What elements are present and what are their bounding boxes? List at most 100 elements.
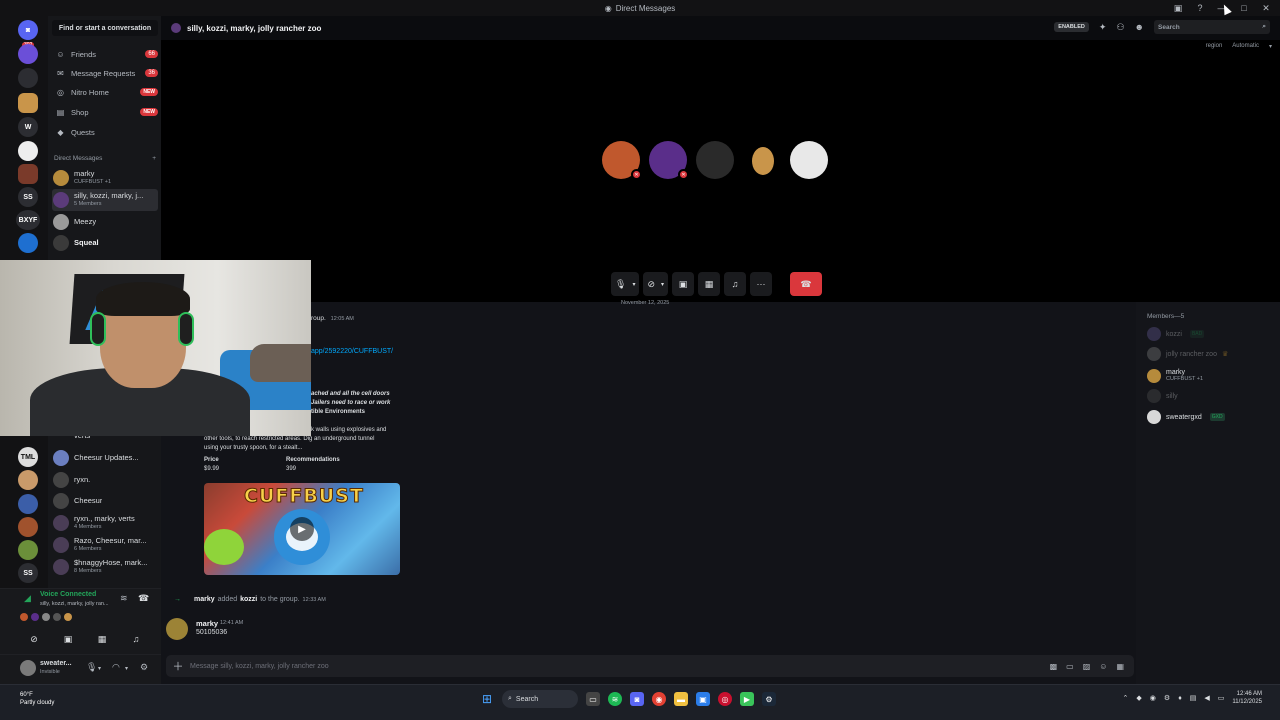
steam-icon[interactable]: ⚙	[762, 692, 776, 706]
apps-icon[interactable]: ▦	[1116, 662, 1124, 671]
steam-link[interactable]: app/2592220/CUFFBUST/	[311, 348, 393, 355]
screen-share-button[interactable]: ▣	[672, 272, 695, 296]
member-item[interactable]: sweatergxd GXD	[1147, 409, 1225, 425]
message-author[interactable]: marky	[196, 619, 218, 628]
chevron-down-icon[interactable]: ▾	[125, 665, 128, 672]
username[interactable]: sweater...	[40, 660, 72, 667]
server-icon[interactable]	[18, 470, 38, 490]
server-icon[interactable]	[18, 233, 38, 253]
file-explorer-icon[interactable]: ▬	[674, 692, 688, 706]
mute-button[interactable]: 🎙 ▾	[611, 272, 640, 296]
activities-button[interactable]: ▦	[92, 631, 112, 647]
end-call-button[interactable]: ☎	[790, 272, 823, 296]
taskbar-clock[interactable]: 12:46 AM 11/12/2025	[1232, 690, 1262, 706]
call-participant[interactable]	[696, 141, 734, 179]
nav-shop[interactable]: ▤ Shop NEW	[52, 103, 158, 121]
settings-gear-icon[interactable]: ⚙	[140, 662, 148, 673]
nav-quests[interactable]: ◆ Quests	[52, 123, 158, 141]
embed-video-thumbnail[interactable]: CUFFBUST ▶	[204, 483, 400, 575]
dm-item[interactable]: Cheesur Updates...	[52, 447, 158, 469]
dm-item[interactable]: Cheesur	[52, 490, 158, 512]
enabled-pill[interactable]: ENABLED	[1054, 22, 1089, 32]
task-view-icon[interactable]: ▭	[586, 692, 600, 706]
nav-message-requests[interactable]: ✉ Message Requests 36	[52, 64, 158, 82]
camera-off-button[interactable]: ⊘	[24, 631, 44, 647]
server-icon[interactable]	[18, 540, 38, 560]
taskbar-search[interactable]: ⌕ Search	[502, 690, 578, 708]
member-item[interactable]: jolly rancher zoo ♛	[1147, 346, 1228, 362]
dm-item[interactable]: ryxn., marky, verts 4 Members	[52, 512, 158, 534]
tray-app-icon[interactable]: ♦	[1178, 695, 1182, 702]
app-icon[interactable]: ◎	[718, 692, 732, 706]
wifi-icon[interactable]: ▤	[1190, 694, 1197, 702]
pin-icon[interactable]: ✦	[1099, 22, 1107, 33]
server-ss[interactable]: SS	[18, 187, 38, 207]
tray-app-icon[interactable]: ◉	[1150, 694, 1156, 702]
start-button[interactable]: ⊞	[480, 692, 494, 706]
play-icon[interactable]: ▶	[290, 517, 314, 541]
member-item[interactable]: marky CUFFBUST +1	[1147, 368, 1203, 384]
region-selector[interactable]: region Automatic ▾	[1206, 43, 1272, 50]
server-icon[interactable]	[18, 494, 38, 514]
disconnect-icon[interactable]: ☎	[138, 593, 149, 604]
server-bxyf[interactable]: BXYF	[16, 210, 40, 230]
microphone-icon[interactable]: 🎙	[86, 662, 97, 673]
nav-nitro-home[interactable]: ◎ Nitro Home NEW	[52, 83, 158, 101]
tray-app-icon[interactable]: ◆	[1136, 694, 1141, 702]
server-icon[interactable]	[18, 44, 38, 64]
emoji-icon[interactable]: ☺	[1099, 662, 1107, 671]
server-icon[interactable]	[18, 93, 38, 113]
gift-icon[interactable]: ▩	[1050, 662, 1058, 671]
dm-item[interactable]: marky CUFFBUST +1	[52, 167, 158, 189]
call-participant[interactable]	[744, 141, 782, 179]
server-icon[interactable]	[18, 164, 38, 184]
sticker-icon[interactable]: ▨	[1083, 662, 1091, 671]
add-dm-icon[interactable]: +	[152, 155, 156, 162]
discord-icon[interactable]: ◙	[630, 692, 644, 706]
server-w[interactable]: W	[18, 117, 38, 137]
app-icon[interactable]: ▶	[740, 692, 754, 706]
dm-item-active[interactable]: silly, kozzi, marky, j... 5 Members	[52, 189, 158, 211]
find-conversation-button[interactable]: Find or start a conversation	[52, 20, 158, 36]
add-attachment-icon[interactable]: ＋	[166, 658, 190, 674]
member-item[interactable]: silly	[1147, 388, 1178, 404]
camera-button[interactable]: ⊘ ▾	[643, 272, 669, 296]
dm-item[interactable]: Razo, Cheesur, mar... 6 Members	[52, 534, 158, 556]
activities-button[interactable]: ▦	[698, 272, 721, 296]
dm-item[interactable]: Squeal	[52, 232, 158, 254]
volume-icon[interactable]: ◀	[1204, 694, 1209, 702]
dm-item[interactable]: $hnaggyHose, mark... 8 Members	[52, 556, 158, 578]
message-composer[interactable]: ＋ Message silly, kozzi, marky, jolly ran…	[166, 655, 1134, 677]
member-item[interactable]: kozzi BAD	[1147, 326, 1205, 342]
chrome-icon[interactable]: ◉	[652, 692, 666, 706]
spotify-icon[interactable]: ≋	[608, 692, 622, 706]
screen-share-button[interactable]: ▣	[58, 631, 78, 647]
weather-widget[interactable]: 60°F Partly cloudy	[20, 691, 54, 707]
server-tml[interactable]: TML	[18, 447, 38, 467]
member-list-icon[interactable]: ☻	[1135, 22, 1144, 32]
dm-item[interactable]: ryxn.	[52, 469, 158, 491]
call-participant[interactable]	[790, 141, 828, 179]
battery-icon[interactable]: ▭	[1218, 694, 1225, 702]
more-button[interactable]: ···	[750, 272, 773, 296]
voice-channel-name[interactable]: silly, kozzi, marky, jolly ran...	[40, 601, 109, 607]
headphones-icon[interactable]: ◠	[112, 662, 120, 673]
nav-friends[interactable]: ☺ Friends 66	[52, 45, 158, 63]
store-icon[interactable]: ▣	[696, 692, 710, 706]
add-friends-icon[interactable]: ⚇	[1116, 22, 1124, 33]
call-participant[interactable]: ✕	[602, 141, 642, 180]
message-author-avatar[interactable]	[166, 618, 188, 640]
call-participant[interactable]: ✕	[649, 141, 689, 180]
maximize-button[interactable]: □	[1238, 2, 1250, 14]
help-icon[interactable]: ?	[1194, 2, 1206, 14]
server-ss-2[interactable]: SS	[18, 563, 38, 583]
server-icon[interactable]	[18, 141, 38, 161]
close-button[interactable]: ✕	[1260, 2, 1272, 14]
voice-status[interactable]: Voice Connected	[40, 591, 96, 598]
home-button[interactable]: ◙	[18, 20, 38, 40]
gif-icon[interactable]: ▭	[1066, 662, 1074, 671]
search-input[interactable]: Search ⌕	[1154, 20, 1270, 34]
noise-suppression-icon[interactable]: ≋	[120, 593, 128, 604]
chevron-down-icon[interactable]: ▾	[98, 665, 101, 672]
user-avatar[interactable]	[20, 660, 36, 676]
